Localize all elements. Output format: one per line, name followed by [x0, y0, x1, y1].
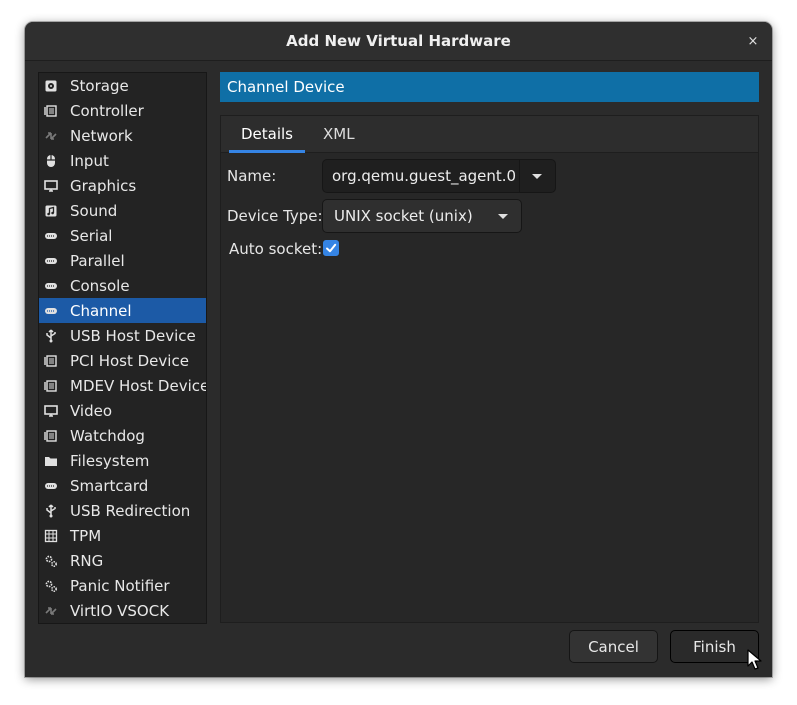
- parallel-port-icon: [43, 253, 59, 269]
- sidebar-item-panic-notifier[interactable]: Panic Notifier: [39, 573, 206, 598]
- sound-icon: [43, 203, 59, 219]
- device-header-title: Channel Device: [227, 78, 345, 96]
- sidebar-item-label: Parallel: [70, 251, 125, 270]
- sidebar-item-usb-host-device[interactable]: USB Host Device: [39, 323, 206, 348]
- title-bar[interactable]: Add New Virtual Hardware ×: [25, 22, 772, 61]
- sidebar-item-label: Video: [70, 401, 113, 420]
- monitor-icon: [43, 178, 59, 194]
- chevron-down-icon: [532, 173, 542, 179]
- sidebar-item-label: MDEV Host Device: [70, 376, 207, 395]
- sidebar-item-channel[interactable]: Channel: [39, 298, 206, 323]
- mdev-card-icon: [43, 378, 59, 394]
- rng-gear-icon: [43, 553, 59, 569]
- sidebar-item-label: Filesystem: [70, 451, 150, 470]
- sidebar-item-serial[interactable]: Serial: [39, 223, 206, 248]
- sidebar-item-virtio-vsock[interactable]: VirtIO VSOCK: [39, 598, 206, 623]
- device-type-dropdown-button[interactable]: [493, 200, 513, 232]
- sidebar-item-controller[interactable]: Controller: [39, 98, 206, 123]
- sidebar-item-label: Channel: [70, 301, 132, 320]
- sidebar-item-rng[interactable]: RNG: [39, 548, 206, 573]
- sidebar-item-sound[interactable]: Sound: [39, 198, 206, 223]
- tab-xml[interactable]: XML: [311, 116, 367, 152]
- sidebar-item-label: VirtIO VSOCK: [70, 601, 170, 620]
- sidebar-item-filesystem[interactable]: Filesystem: [39, 448, 206, 473]
- sidebar-item-label: RNG: [70, 551, 104, 570]
- watchdog-card-icon: [43, 428, 59, 444]
- pci-card-icon: [43, 353, 59, 369]
- dialog-window: Add New Virtual Hardware × Storage Contro…: [25, 22, 772, 677]
- finish-button[interactable]: Finish: [670, 630, 759, 663]
- sidebar-item-label: Smartcard: [70, 476, 149, 495]
- storage-icon: [43, 78, 59, 94]
- sidebar-item-label: Network: [70, 126, 133, 145]
- sidebar-item-pci-host-device[interactable]: PCI Host Device: [39, 348, 206, 373]
- sidebar-item-label: Storage: [70, 76, 129, 95]
- name-label: Name:: [227, 167, 277, 185]
- sidebar-item-label: TPM: [70, 526, 102, 545]
- sidebar-item-label: Input: [70, 151, 109, 170]
- mouse-cursor-icon: [747, 649, 762, 670]
- mouse-icon: [43, 153, 59, 169]
- smartcard-icon: [43, 478, 59, 494]
- name-value[interactable]: org.qemu.guest_agent.0: [332, 167, 516, 185]
- sidebar-item-label: USB Host Device: [70, 326, 196, 345]
- sidebar-item-smartcard[interactable]: Smartcard: [39, 473, 206, 498]
- serial-port-icon: [43, 228, 59, 244]
- tab-details[interactable]: Details: [229, 116, 306, 153]
- network-icon: [43, 128, 59, 144]
- tpm-chip-icon: [43, 528, 59, 544]
- close-icon: ×: [747, 33, 759, 49]
- cancel-button[interactable]: Cancel: [569, 630, 658, 663]
- device-panel: Details XML Name: org.qemu.guest_agent.0…: [220, 115, 759, 623]
- sidebar-item-watchdog[interactable]: Watchdog: [39, 423, 206, 448]
- tab-bar: Details XML: [221, 116, 758, 153]
- chevron-down-icon: [498, 213, 508, 219]
- name-combo[interactable]: org.qemu.guest_agent.0: [322, 159, 556, 193]
- close-button[interactable]: ×: [742, 30, 764, 52]
- sidebar-item-usb-redirection[interactable]: USB Redirection: [39, 498, 206, 523]
- sidebar-item-input[interactable]: Input: [39, 148, 206, 173]
- usb-redirection-icon: [43, 503, 59, 519]
- sidebar-item-video[interactable]: Video: [39, 398, 206, 423]
- console-port-icon: [43, 278, 59, 294]
- device-type-label: Device Type:: [227, 207, 323, 225]
- vsock-icon: [43, 603, 59, 619]
- tab-xml-label: XML: [323, 125, 355, 143]
- channel-port-icon: [43, 303, 59, 319]
- device-type-value: UNIX socket (unix): [334, 207, 473, 225]
- sidebar-item-label: Panic Notifier: [70, 576, 170, 595]
- sidebar-item-label: Graphics: [70, 176, 137, 195]
- sidebar-item-network[interactable]: Network: [39, 123, 206, 148]
- usb-icon: [43, 328, 59, 344]
- sidebar-item-label: USB Redirection: [70, 501, 191, 520]
- sidebar-item-console[interactable]: Console: [39, 273, 206, 298]
- sidebar-item-tpm[interactable]: TPM: [39, 523, 206, 548]
- dialog-title: Add New Virtual Hardware: [286, 32, 511, 50]
- sidebar-item-label: Sound: [70, 201, 118, 220]
- video-monitor-icon: [43, 403, 59, 419]
- sidebar-item-label: Controller: [70, 101, 144, 120]
- device-header: Channel Device: [220, 72, 759, 102]
- auto-socket-checkbox[interactable]: [323, 240, 339, 256]
- sidebar-item-storage[interactable]: Storage: [39, 73, 206, 98]
- sidebar-item-label: PCI Host Device: [70, 351, 189, 370]
- sidebar-item-label: Watchdog: [70, 426, 145, 445]
- controller-icon: [43, 103, 59, 119]
- folder-icon: [43, 453, 59, 469]
- checkmark-icon: [326, 243, 337, 253]
- name-dropdown-button[interactable]: [519, 160, 555, 192]
- sidebar-item-label: Console: [70, 276, 130, 295]
- tab-details-label: Details: [241, 125, 294, 143]
- device-type-select[interactable]: UNIX socket (unix): [322, 199, 522, 233]
- sidebar-item-parallel[interactable]: Parallel: [39, 248, 206, 273]
- sidebar-item-mdev-host-device[interactable]: MDEV Host Device: [39, 373, 206, 398]
- auto-socket-label: Auto socket:: [229, 240, 323, 258]
- sidebar-item-label: Serial: [70, 226, 113, 245]
- panic-gear-icon: [43, 578, 59, 594]
- cancel-button-label: Cancel: [588, 637, 639, 656]
- finish-button-label: Finish: [693, 637, 736, 656]
- sidebar-item-graphics[interactable]: Graphics: [39, 173, 206, 198]
- hardware-type-list[interactable]: Storage Controller Network Input Graphics Sou…: [38, 72, 207, 624]
